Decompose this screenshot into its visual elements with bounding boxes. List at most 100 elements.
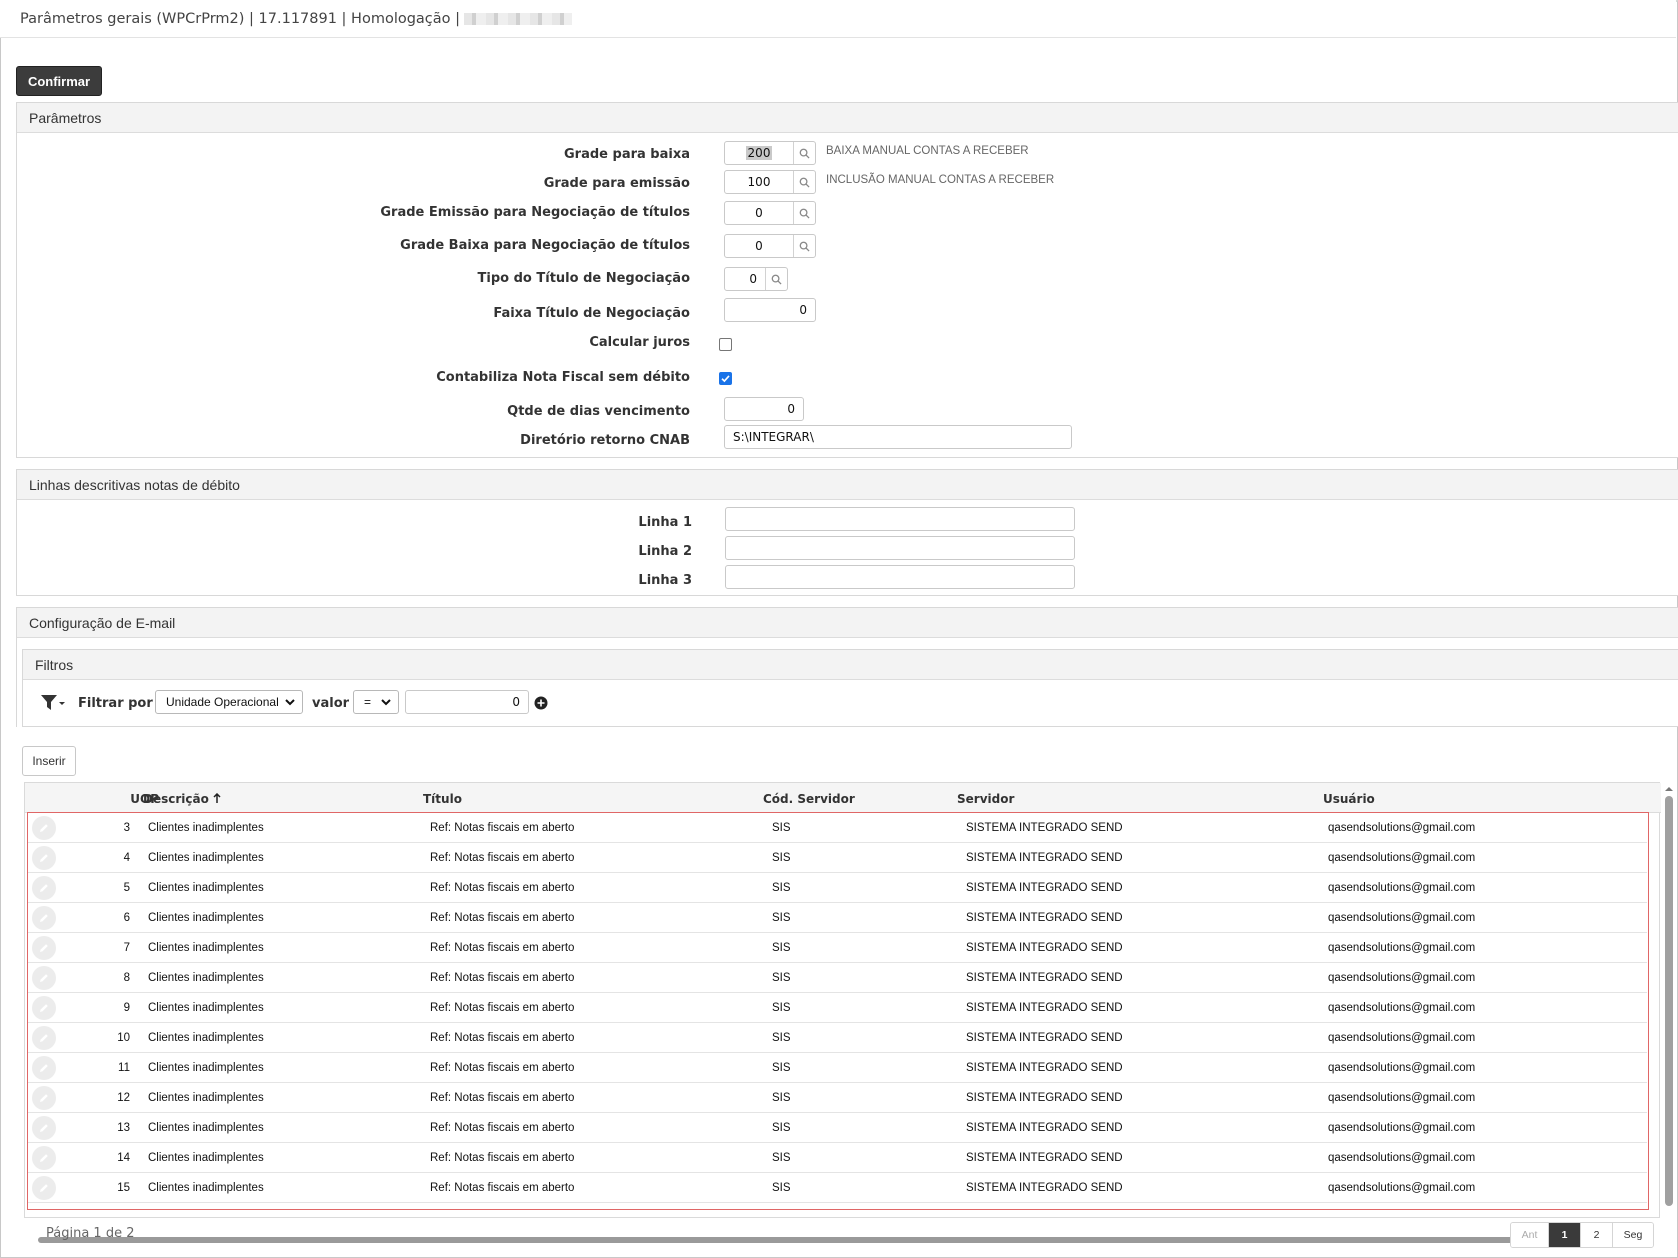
grade-baixa-input[interactable]: 200 <box>724 141 816 165</box>
filter-funnel-icon <box>41 695 65 710</box>
cell-servidor: SISTEMA INTEGRADO SEND <box>966 942 1123 954</box>
contabiliza-nf-checkbox[interactable] <box>719 372 732 385</box>
vertical-scrollbar-thumb[interactable] <box>1665 796 1673 1206</box>
col-cod-servidor[interactable]: Cód. Servidor <box>763 792 855 806</box>
cell-usuario: qasendsolutions@gmail.com <box>1328 882 1476 894</box>
operator-select[interactable]: = <box>353 690 399 714</box>
filter-menu-button[interactable] <box>40 693 66 713</box>
window-title: Parâmetros gerais (WPCrPrm2) | 17.117891… <box>20 10 461 27</box>
cell-descricao: Clientes inadimplentes <box>148 852 264 864</box>
filtrar-por-select[interactable]: Unidade Operacional <box>155 690 303 714</box>
filter-value-input[interactable]: 0 <box>405 690 529 714</box>
cell-cod-servidor: SIS <box>772 942 791 954</box>
col-usuario[interactable]: Usuário <box>1323 792 1375 806</box>
grade-emissao-lookup-button[interactable] <box>793 171 815 193</box>
diretorio-cnab-input[interactable]: S:\INTEGRAR\ <box>724 425 1072 449</box>
grade-emissao-neg-lookup-button[interactable] <box>793 202 815 224</box>
edit-row-button[interactable] <box>32 906 56 930</box>
cell-titulo: Ref: Notas fiscais em aberto <box>430 942 575 954</box>
grade-emissao-neg-input[interactable]: 0 <box>724 201 816 225</box>
edit-row-button[interactable] <box>32 1116 56 1140</box>
grade-emissao-hint: INCLUSÃO MANUAL CONTAS A RECEBER <box>826 174 1055 186</box>
cell-cod-servidor: SIS <box>772 852 791 864</box>
table-row[interactable]: 15 Clientes inadimplentes Ref: Notas fisca… <box>28 1173 1647 1203</box>
linha1-label: Linha 1 <box>638 515 692 530</box>
table-row[interactable]: 14 Clientes inadimplentes Ref: Notas fisca… <box>28 1143 1647 1173</box>
edit-row-button[interactable] <box>32 996 56 1020</box>
table-row[interactable]: 13 Clientes inadimplentes Ref: Notas fisca… <box>28 1113 1647 1143</box>
linha2-input[interactable] <box>725 536 1075 560</box>
horizontal-scrollbar[interactable] <box>38 1237 1644 1243</box>
cell-cod-servidor: SIS <box>772 1152 791 1164</box>
linhas-heading: Linhas descritivas notas de débito <box>17 470 1678 500</box>
linha1-input[interactable] <box>725 507 1075 531</box>
tipo-titulo-value: 0 <box>749 272 757 286</box>
pager-page-2[interactable]: 2 <box>1581 1223 1613 1247</box>
tipo-titulo-label: Tipo do Título de Negociação <box>477 271 690 286</box>
confirm-button[interactable]: Confirmar <box>16 66 102 96</box>
pager-page-1[interactable]: 1 <box>1549 1223 1581 1247</box>
table-row[interactable]: 3 Clientes inadimplentes Ref: Notas fiscai… <box>28 813 1647 843</box>
pager-next-button[interactable]: Seg <box>1613 1223 1653 1247</box>
cell-usuario: qasendsolutions@gmail.com <box>1328 972 1476 984</box>
tipo-titulo-input[interactable]: 0 <box>724 267 788 291</box>
table-row[interactable]: 7 Clientes inadimplentes Ref: Notas fiscai… <box>28 933 1647 963</box>
cell-uop: 4 <box>123 852 130 864</box>
table-row[interactable]: 10 Clientes inadimplentes Ref: Notas fisca… <box>28 1023 1647 1053</box>
edit-row-button[interactable] <box>32 966 56 990</box>
edit-row-button[interactable] <box>32 1026 56 1050</box>
cell-uop: 3 <box>123 822 130 834</box>
table-row[interactable]: 9 Clientes inadimplentes Ref: Notas fiscai… <box>28 993 1647 1023</box>
table-row[interactable]: 4 Clientes inadimplentes Ref: Notas fiscai… <box>28 843 1647 873</box>
table-row[interactable]: 5 Clientes inadimplentes Ref: Notas fiscai… <box>28 873 1647 903</box>
pager-prev-button[interactable]: Ant <box>1511 1223 1549 1247</box>
col-servidor[interactable]: Servidor <box>957 792 1014 806</box>
cell-servidor: SISTEMA INTEGRADO SEND <box>966 972 1123 984</box>
cell-titulo: Ref: Notas fiscais em aberto <box>430 1032 575 1044</box>
cell-uop: 9 <box>123 1002 130 1014</box>
cell-descricao: Clientes inadimplentes <box>148 1092 264 1104</box>
diretorio-cnab-value: S:\INTEGRAR\ <box>733 430 814 444</box>
table-row[interactable]: 11 Clientes inadimplentes Ref: Notas fisca… <box>28 1053 1647 1083</box>
edit-row-button[interactable] <box>32 816 56 840</box>
cell-cod-servidor: SIS <box>772 1122 791 1134</box>
table-row[interactable]: 8 Clientes inadimplentes Ref: Notas fiscai… <box>28 963 1647 993</box>
edit-row-button[interactable] <box>32 1146 56 1170</box>
edit-row-button[interactable] <box>32 846 56 870</box>
table-row[interactable]: 6 Clientes inadimplentes Ref: Notas fiscai… <box>28 903 1647 933</box>
edit-row-button[interactable] <box>32 1086 56 1110</box>
faixa-titulo-value: 0 <box>799 303 807 317</box>
grade-baixa-neg-lookup-button[interactable] <box>793 235 815 257</box>
calcular-juros-checkbox[interactable] <box>719 338 732 351</box>
pencil-icon <box>40 1064 48 1072</box>
edit-row-button[interactable] <box>32 936 56 960</box>
grid-rows-selection: 15 Clientes inadimplentes Ref: Notas fisca… <box>27 812 1649 1243</box>
filtros-panel: Filtros <box>22 649 1678 727</box>
magnifier-icon <box>799 177 810 188</box>
edit-row-button[interactable] <box>32 876 56 900</box>
tipo-titulo-lookup-button[interactable] <box>765 268 787 290</box>
add-filter-button[interactable] <box>534 696 548 710</box>
vertical-scrollbar[interactable] <box>1662 782 1674 1218</box>
qtde-dias-input[interactable]: 0 <box>724 397 804 421</box>
grade-emissao-input[interactable]: 100 <box>724 170 816 194</box>
pencil-icon <box>40 854 48 862</box>
pencil-icon <box>40 944 48 952</box>
cell-uop: 5 <box>123 882 130 894</box>
cell-usuario: qasendsolutions@gmail.com <box>1328 822 1476 834</box>
col-descricao[interactable]: Descrição <box>143 792 221 806</box>
insert-button[interactable]: Inserir <box>22 746 76 776</box>
grade-baixa-lookup-button[interactable] <box>793 142 815 164</box>
col-titulo[interactable]: Título <box>423 792 462 806</box>
linha3-input[interactable] <box>725 565 1075 589</box>
magnifier-icon <box>799 241 810 252</box>
cell-servidor: SISTEMA INTEGRADO SEND <box>966 1092 1123 1104</box>
table-row[interactable]: 12 Clientes inadimplentes Ref: Notas fisca… <box>28 1083 1647 1113</box>
cell-descricao: Clientes inadimplentes <box>148 1122 264 1134</box>
grade-baixa-neg-input[interactable]: 0 <box>724 234 816 258</box>
faixa-titulo-input[interactable]: 0 <box>724 298 816 322</box>
grade-baixa-hint: BAIXA MANUAL CONTAS A RECEBER <box>826 145 1029 157</box>
grade-emissao-neg-value: 0 <box>755 206 763 220</box>
edit-row-button[interactable] <box>32 1176 56 1200</box>
edit-row-button[interactable] <box>32 1056 56 1080</box>
